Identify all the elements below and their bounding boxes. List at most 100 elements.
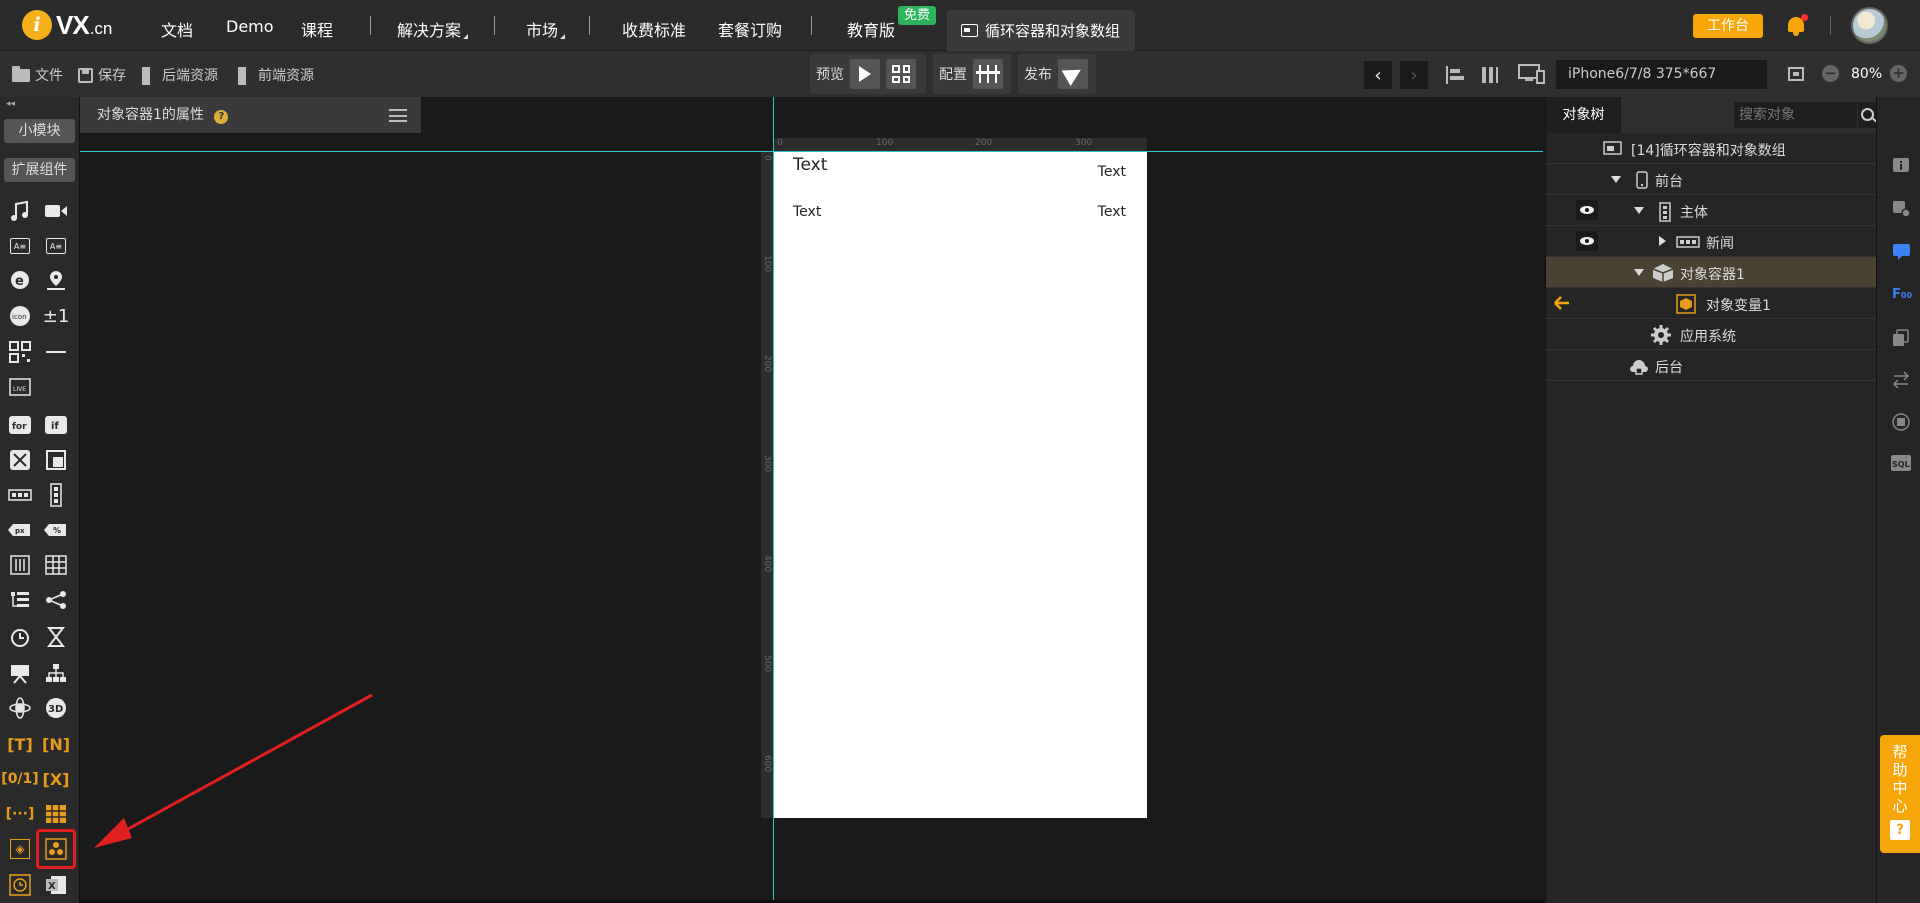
timer-icon[interactable] <box>7 624 33 650</box>
counter-icon[interactable]: ±1 <box>43 303 70 329</box>
canvas-text[interactable]: Text <box>793 204 821 220</box>
undo-button[interactable]: ‹ <box>1364 61 1392 89</box>
ivx-logo[interactable]: i VX .cn <box>22 9 112 41</box>
backend-resources-button[interactable]: 后端资源 <box>142 65 218 85</box>
tree-row-object-container[interactable]: 对象容器1 <box>1546 257 1877 288</box>
tab-object-tree[interactable]: 对象树 <box>1546 97 1621 133</box>
adjust-icon[interactable] <box>7 552 33 578</box>
rich-text-icon[interactable]: A≡ <box>7 233 33 259</box>
expand-arrow-icon[interactable] <box>1634 207 1644 214</box>
menu-icon[interactable] <box>389 109 407 122</box>
canvas-text[interactable]: Text <box>1098 204 1126 220</box>
workbench-button[interactable]: 工作台 <box>1693 14 1763 38</box>
bell-icon[interactable] <box>1786 14 1808 36</box>
collapse-panel-button[interactable]: ◂◂ <box>6 99 15 109</box>
divider-icon[interactable] <box>43 339 69 365</box>
file-menu[interactable]: 文件 <box>12 65 63 85</box>
card-icon[interactable]: A≡ <box>43 233 69 259</box>
tree-row-object-variable[interactable]: 对象变量1 <box>1546 288 1877 319</box>
orbit-icon[interactable] <box>7 695 33 721</box>
search-icon[interactable] <box>1858 102 1878 128</box>
nav-courses[interactable]: 课程 <box>301 17 333 41</box>
arrow-left-icon[interactable] <box>1553 295 1571 311</box>
map-pin-icon[interactable] <box>43 267 69 293</box>
eye-icon[interactable] <box>1576 200 1598 220</box>
tree-row-project[interactable]: [14]循环容器和对象数组 <box>1546 133 1877 164</box>
link-icon[interactable] <box>1892 413 1910 431</box>
nav-pricing[interactable]: 收费标准 <box>622 17 686 41</box>
browser-icon[interactable]: e <box>7 267 33 293</box>
redo-button[interactable]: › <box>1400 61 1428 89</box>
info-icon[interactable] <box>1892 157 1910 175</box>
excel-icon[interactable]: X <box>43 872 69 898</box>
fit-screen-icon[interactable] <box>1786 64 1806 84</box>
icon-component-icon[interactable]: icon <box>7 303 33 329</box>
presentation-icon[interactable] <box>7 660 33 686</box>
any-variable-icon[interactable]: [X] <box>43 766 70 792</box>
nav-solutions[interactable]: 解决方案 <box>397 17 469 41</box>
boolean-variable-icon[interactable]: [0/1] <box>1 766 38 792</box>
expand-arrow-icon[interactable] <box>1611 176 1621 183</box>
horizontal-container-icon[interactable] <box>7 482 33 508</box>
device-select[interactable]: iPhone6/7/8 375*667 <box>1556 60 1767 89</box>
eye-icon[interactable] <box>1576 231 1598 251</box>
device-icon[interactable] <box>1518 63 1546 85</box>
search-input[interactable]: 搜索对象 <box>1734 102 1857 128</box>
function-icon[interactable]: F00 <box>1892 287 1912 303</box>
tab-extensions[interactable]: 扩展组件 <box>4 158 75 182</box>
tree-row-news[interactable]: 新闻 <box>1546 226 1877 257</box>
music-icon[interactable] <box>7 198 33 224</box>
nav-docs[interactable]: 文档 <box>161 17 193 41</box>
object-variable-icon[interactable]: ◈ <box>7 836 33 862</box>
event-icon[interactable] <box>1892 243 1912 261</box>
swap-icon[interactable] <box>1892 371 1910 389</box>
table-icon[interactable] <box>43 552 69 578</box>
live-icon[interactable]: LIVE <box>7 374 33 400</box>
expand-arrow-icon[interactable] <box>1634 269 1644 276</box>
share-icon[interactable] <box>43 587 69 613</box>
tab-small-modules[interactable]: 小模块 <box>4 119 75 143</box>
copy-icon[interactable] <box>1892 329 1910 347</box>
help-icon[interactable]: ? <box>214 110 229 124</box>
preview-play-button[interactable] <box>850 59 880 89</box>
video-icon[interactable] <box>43 198 69 224</box>
vertical-container-icon[interactable] <box>43 482 69 508</box>
text-variable-icon[interactable]: [T] <box>7 731 33 757</box>
nav-education[interactable]: 教育版 <box>847 17 895 41</box>
phone-canvas[interactable]: Text Text Text Text <box>774 151 1147 818</box>
hierarchy-icon[interactable] <box>43 660 69 686</box>
save-button[interactable]: 保存 <box>78 65 126 85</box>
expand-arrow-icon[interactable] <box>1659 236 1666 246</box>
number-variable-icon[interactable]: [N] <box>42 731 70 757</box>
avatar[interactable] <box>1851 7 1888 44</box>
tree-row-body[interactable]: 主体 <box>1546 195 1877 226</box>
nav-market[interactable]: 市场 <box>526 17 566 41</box>
for-loop-icon[interactable]: for <box>7 412 33 438</box>
3d-icon[interactable]: 3D <box>43 695 69 721</box>
project-tab[interactable]: 循环容器和对象数组 <box>947 10 1135 51</box>
sql-icon[interactable]: SQL <box>1891 455 1911 471</box>
nav-demo[interactable]: Demo <box>226 17 274 36</box>
distribute-icon[interactable] <box>1479 64 1501 86</box>
tree-list-icon[interactable] <box>7 587 33 613</box>
zoom-out-button[interactable]: − <box>1822 65 1839 82</box>
2d-array-icon[interactable] <box>43 801 69 827</box>
layers-icon[interactable] <box>43 447 69 473</box>
canvas-text[interactable]: Text <box>793 155 827 175</box>
align-left-icon[interactable] <box>1444 64 1466 86</box>
percent-unit-icon[interactable]: % <box>43 517 69 543</box>
timer-variable-icon[interactable] <box>7 872 33 898</box>
settings-icon[interactable] <box>1892 200 1912 218</box>
qr-code-icon[interactable] <box>7 339 33 365</box>
frontend-resources-button[interactable]: 前端资源 <box>238 65 314 85</box>
px-unit-icon[interactable]: px <box>7 517 33 543</box>
zoom-in-button[interactable]: + <box>1890 65 1907 82</box>
help-center-button[interactable]: 帮助中心 ? <box>1880 735 1920 853</box>
random-icon[interactable] <box>7 447 33 473</box>
canvas-text[interactable]: Text <box>1098 164 1126 180</box>
array-icon[interactable]: [···] <box>6 801 35 827</box>
tree-row-frontend[interactable]: 前台 <box>1546 164 1877 195</box>
qr-preview-button[interactable] <box>886 59 916 89</box>
tree-row-app-system[interactable]: 应用系统 <box>1546 319 1877 350</box>
config-button[interactable] <box>973 59 1003 89</box>
